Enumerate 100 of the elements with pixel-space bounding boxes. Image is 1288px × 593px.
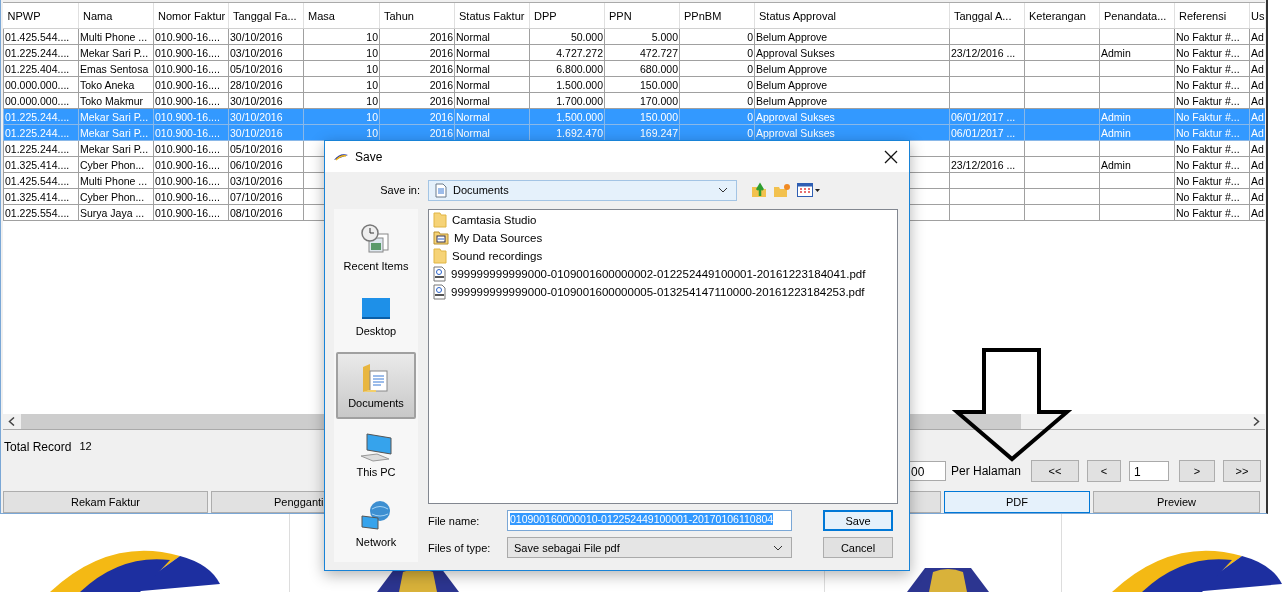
place-item[interactable]: This PC bbox=[336, 421, 416, 488]
save-button[interactable]: Save bbox=[823, 510, 893, 531]
action-button[interactable]: PDF bbox=[944, 491, 1090, 513]
table-cell: 10 bbox=[303, 76, 380, 93]
documents-folder-icon bbox=[362, 362, 390, 393]
table-cell: 01.225.244.... bbox=[3, 44, 79, 61]
table-cell: 1.500.000 bbox=[529, 76, 605, 93]
table-cell: 1.700.000 bbox=[529, 92, 605, 109]
folder-up-icon[interactable] bbox=[751, 182, 767, 198]
table-cell: Emas Sentosa bbox=[78, 60, 154, 77]
table-cell: 01.225.404.... bbox=[3, 60, 79, 77]
table-cell: 0 bbox=[679, 60, 755, 77]
table-cell: No Faktur #... bbox=[1174, 140, 1250, 157]
network-icon bbox=[360, 499, 392, 532]
column-header[interactable]: PPN bbox=[604, 3, 680, 29]
table-cell: Admin bbox=[1099, 44, 1175, 61]
table-cell: 01.225.554.... bbox=[3, 204, 79, 221]
place-item[interactable]: Documents bbox=[336, 352, 416, 419]
table-cell: Toko Aneka bbox=[78, 76, 154, 93]
table-cell: 30/10/2016 bbox=[228, 92, 304, 109]
action-button[interactable]: Rekam Faktur bbox=[3, 491, 208, 513]
table-row[interactable]: 01.225.404.... Emas Sentosa 010.900-16.... 05/10/2016 10 2016 Normal 6.800.000 680.000 0 Belum Approve No Faktur #... Ad bbox=[3, 60, 1265, 77]
table-cell: Belum Approve bbox=[754, 76, 950, 93]
table-cell: Toko Makmur bbox=[78, 92, 154, 109]
table-row[interactable]: 00.000.000.... Toko Makmur 010.900-16.... 30/10/2016 10 2016 Normal 1.700.000 170.000 0 Belum Approve No Faktur #... Ad bbox=[3, 92, 1265, 109]
table-cell: 6.800.000 bbox=[529, 60, 605, 77]
table-cell: 2016 bbox=[379, 44, 455, 61]
table-cell: No Faktur #... bbox=[1174, 44, 1250, 61]
table-cell: Mekar Sari P... bbox=[78, 44, 154, 61]
column-header[interactable]: Nomor Faktur bbox=[153, 3, 229, 29]
total-record-value: 12 bbox=[79, 440, 92, 454]
column-header[interactable]: Status Faktur bbox=[454, 3, 530, 29]
column-header[interactable]: Nama bbox=[78, 3, 154, 29]
column-header[interactable]: Tahun bbox=[379, 3, 455, 29]
column-header[interactable]: Tanggal Fa... bbox=[228, 3, 304, 29]
table-cell: 10 bbox=[303, 92, 380, 109]
next-page-button[interactable]: > bbox=[1179, 460, 1215, 482]
column-header[interactable]: Status Approval bbox=[754, 3, 950, 29]
table-row[interactable]: 01.225.244.... Mekar Sari P... 010.900-16.... 03/10/2016 10 2016 Normal 4.727.272 472.727 0 Approval Sukses 23/12/2016 ... Admin No Faktur #... Ad bbox=[3, 44, 1265, 61]
table-cell: 23/12/2016 ... bbox=[949, 44, 1025, 61]
table-cell: 28/10/2016 bbox=[228, 76, 304, 93]
dialog-title: Save bbox=[355, 149, 383, 164]
table-cell: 010.900-16.... bbox=[153, 76, 229, 93]
table-cell: 2016 bbox=[379, 92, 455, 109]
column-header[interactable]: Us bbox=[1249, 3, 1265, 29]
table-row[interactable]: 01.425.544.... Multi Phone ... 010.900-16.... 30/10/2016 10 2016 Normal 50.000 5.000 0 Belum Approve No Faktur #... Ad bbox=[3, 28, 1265, 45]
column-header[interactable]: Masa bbox=[303, 3, 380, 29]
table-cell: 00.000.000.... bbox=[3, 76, 79, 93]
table-cell: Belum Approve bbox=[754, 92, 950, 109]
table-cell: No Faktur #... bbox=[1174, 92, 1250, 109]
table-cell: 01.425.544.... bbox=[3, 172, 79, 189]
last-page-button[interactable]: >> bbox=[1223, 460, 1261, 482]
data-folder-icon bbox=[433, 231, 449, 245]
column-header[interactable]: PPnBM bbox=[679, 3, 755, 29]
column-header[interactable]: DPP bbox=[529, 3, 605, 29]
action-button[interactable]: Preview bbox=[1093, 491, 1260, 513]
place-item[interactable]: Recent Items bbox=[336, 214, 416, 281]
table-row[interactable]: 00.000.000.... Toko Aneka 010.900-16.... 28/10/2016 10 2016 Normal 1.500.000 150.000 0 Belum Approve No Faktur #... Ad bbox=[3, 76, 1265, 93]
previous-page-button[interactable]: < bbox=[1087, 460, 1121, 482]
table-cell: 010.900-16.... bbox=[153, 44, 229, 61]
table-cell: No Faktur #... bbox=[1174, 172, 1250, 189]
place-item[interactable]: Desktop bbox=[336, 283, 416, 350]
per-page-label: Per Halaman bbox=[950, 464, 1021, 478]
file-item[interactable]: Camtasia Studio bbox=[433, 211, 537, 229]
table-cell: Mekar Sari P... bbox=[78, 140, 154, 157]
table-cell: Belum Approve bbox=[754, 60, 950, 77]
table-cell: 0 bbox=[679, 28, 755, 45]
close-icon[interactable] bbox=[884, 149, 898, 164]
table-cell: 05/10/2016 bbox=[228, 60, 304, 77]
column-header[interactable]: Keterangan bbox=[1024, 3, 1100, 29]
column-header[interactable]: NPWP bbox=[3, 3, 79, 29]
file-type-dropdown[interactable]: Save sebagai File pdf bbox=[507, 537, 792, 558]
table-cell: 472.727 bbox=[604, 44, 680, 61]
table-cell: 23/12/2016 ... bbox=[949, 156, 1025, 173]
table-cell: Normal bbox=[454, 28, 530, 45]
table-cell: 01.425.544.... bbox=[3, 28, 79, 45]
table-cell: Normal bbox=[454, 76, 530, 93]
table-cell: 680.000 bbox=[604, 60, 680, 77]
table-cell: 170.000 bbox=[604, 92, 680, 109]
pdf-file-icon bbox=[433, 266, 446, 282]
first-page-button[interactable]: << bbox=[1031, 460, 1079, 482]
scroll-left-icon[interactable] bbox=[8, 417, 15, 426]
file-item[interactable]: My Data Sources bbox=[433, 229, 543, 247]
page-number-field[interactable]: 1 bbox=[1129, 461, 1169, 481]
file-item[interactable]: Sound recordings bbox=[433, 247, 543, 265]
save-in-dropdown[interactable]: Documents bbox=[428, 179, 737, 201]
column-header[interactable]: Penandata... bbox=[1099, 3, 1175, 29]
scroll-right-icon[interactable] bbox=[1253, 417, 1260, 426]
chevron-down-icon bbox=[773, 544, 783, 551]
file-item[interactable]: 999999999999000-0109001600000002-012252449100001-20161223184041.pdf bbox=[433, 265, 866, 283]
table-cell: No Faktur #... bbox=[1174, 76, 1250, 93]
column-header[interactable]: Tanggal A... bbox=[949, 3, 1025, 29]
computer-icon bbox=[359, 431, 393, 462]
file-item[interactable]: 999999999999000-0109001600000005-013254147110000-20161223184253.pdf bbox=[433, 283, 865, 301]
view-menu-icon[interactable] bbox=[797, 183, 821, 197]
column-header[interactable]: Referensi bbox=[1174, 3, 1250, 29]
cancel-button[interactable]: Cancel bbox=[823, 537, 893, 558]
table-cell: 010.900-16.... bbox=[153, 204, 229, 221]
table-cell: 10 bbox=[303, 44, 380, 61]
table-cell: Normal bbox=[454, 60, 530, 77]
